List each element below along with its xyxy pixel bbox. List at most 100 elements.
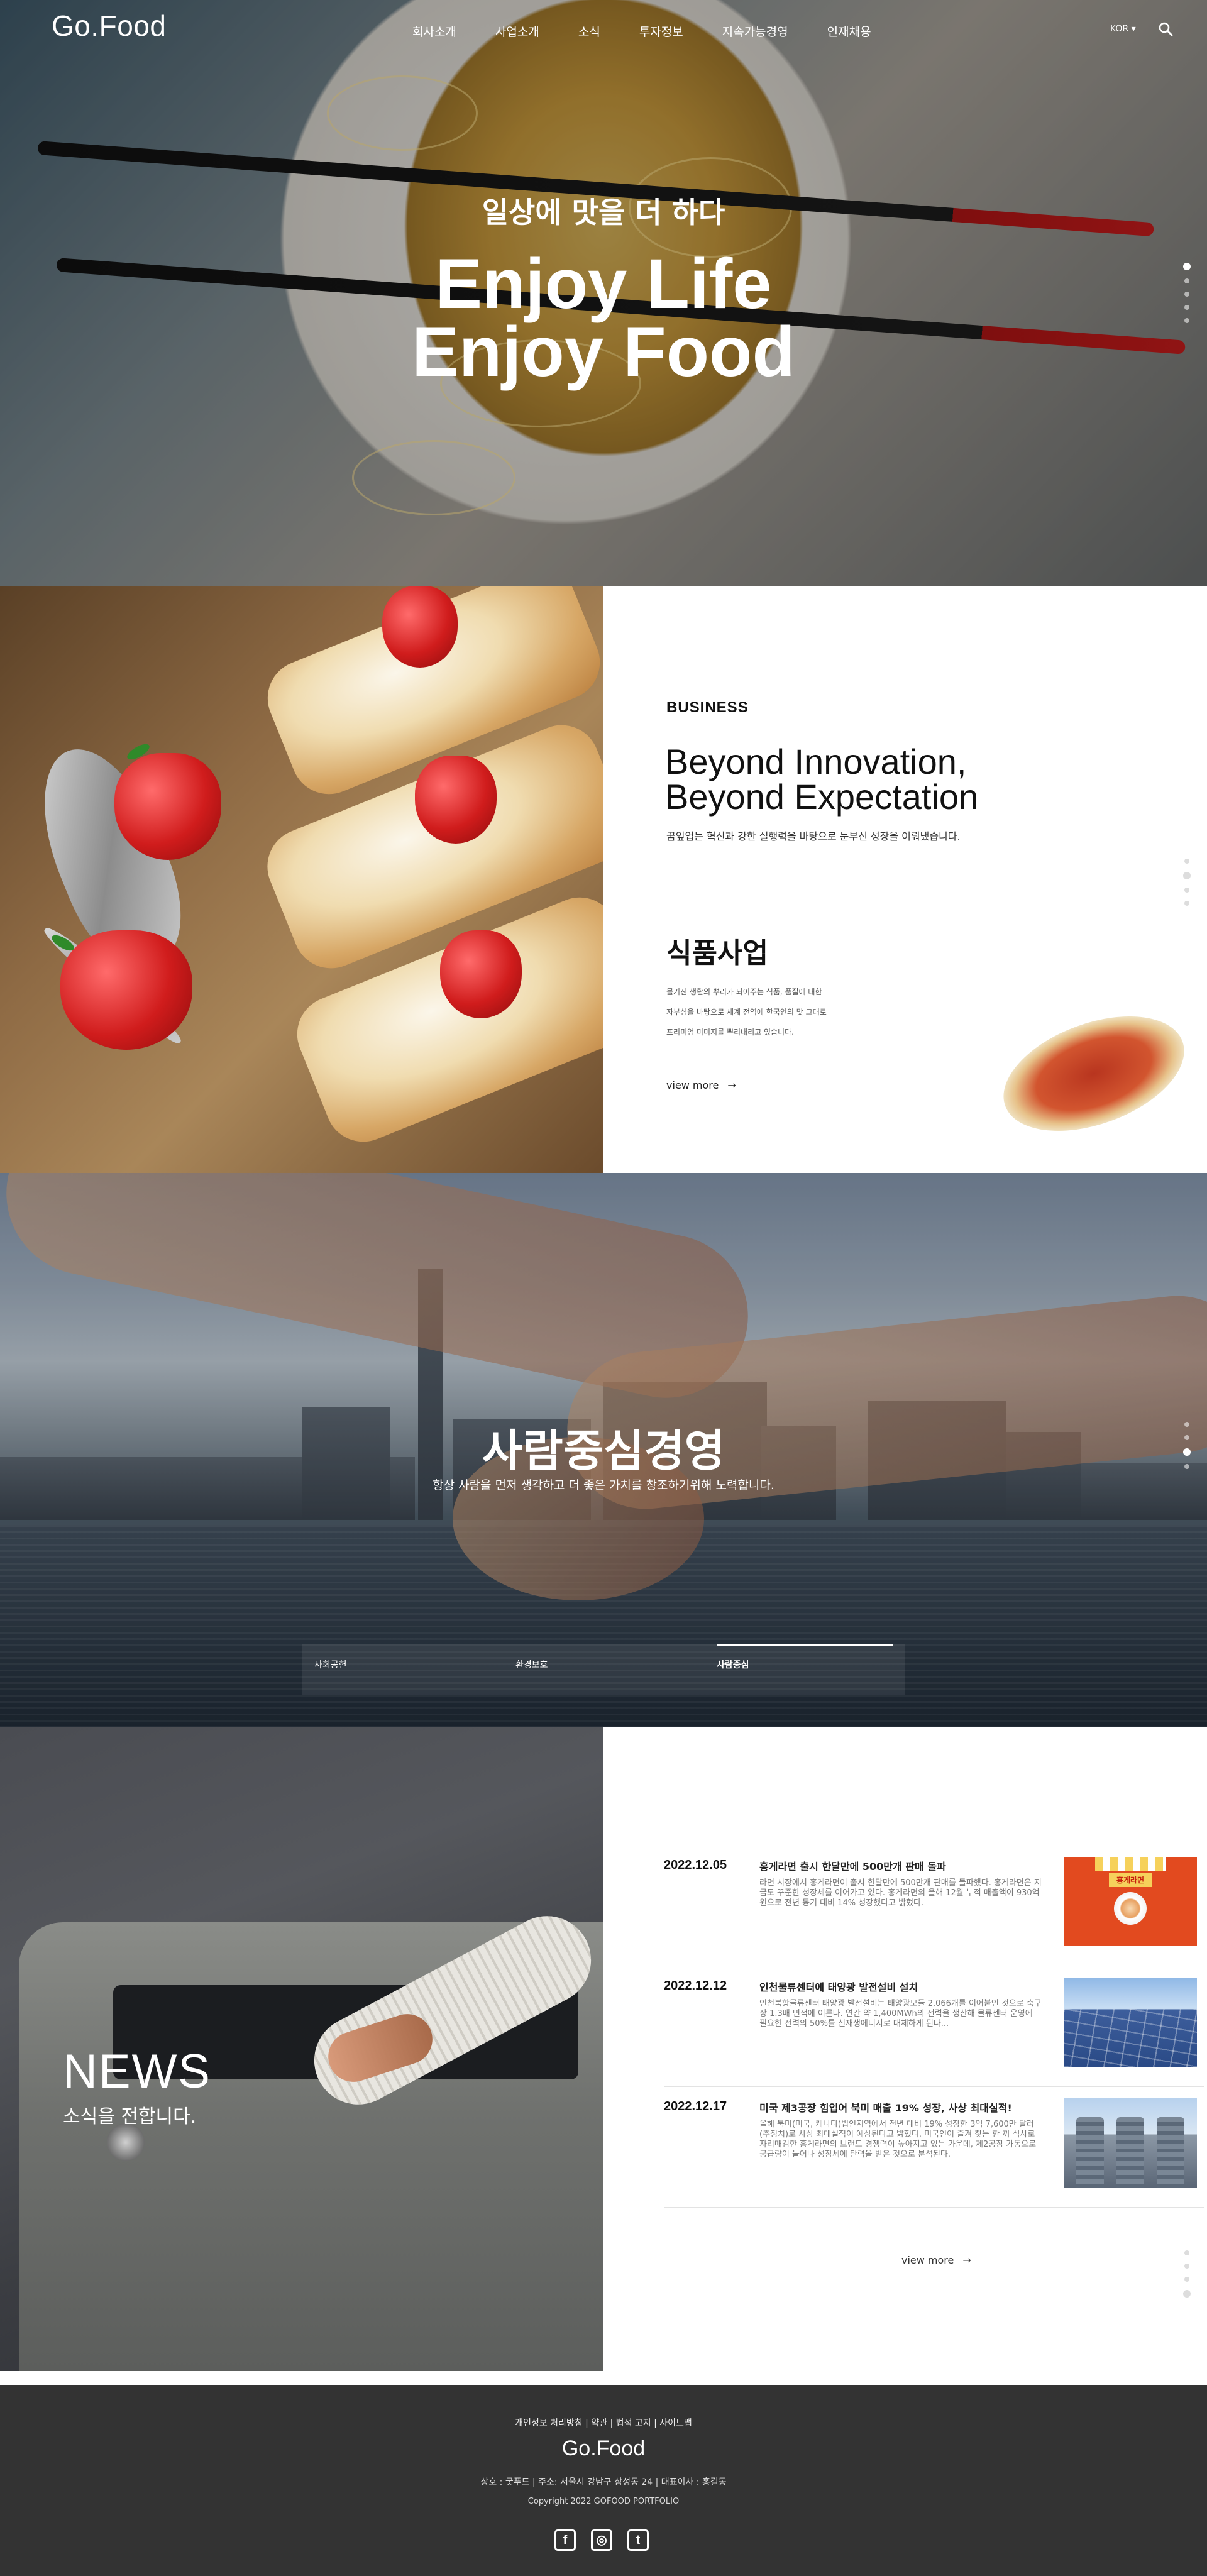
- pagination-dot[interactable]: [1184, 1435, 1189, 1440]
- view-more-label: view more: [666, 1079, 719, 1091]
- news-excerpt: 라면 시장에서 홍게라면이 출시 한달만에 500만개 판매를 돌파했다. 홍게…: [759, 1878, 1042, 1908]
- strawberry: [114, 753, 221, 860]
- search-icon[interactable]: [1158, 21, 1173, 36]
- noodle-bowl: [1114, 1892, 1147, 1925]
- pagination-dot[interactable]: [1183, 2290, 1191, 2298]
- business-description: 꿈잎업는 혁신과 강한 실행력을 바탕으로 눈부신 성장을 이뤄냈습니다.: [666, 830, 961, 842]
- pagination-dot[interactable]: [1184, 859, 1189, 864]
- hero-title-line2: Enjoy Food: [412, 312, 795, 391]
- news-title[interactable]: 인천물류센터에 태양광 발전설비 설치: [759, 1979, 918, 1994]
- tab-indicator: [717, 1644, 893, 1646]
- section-pagination: [1183, 2250, 1191, 2306]
- pagination-dot[interactable]: [1183, 872, 1191, 879]
- pagination-dot[interactable]: [1184, 278, 1189, 283]
- twitter-icon[interactable]: t: [627, 2529, 649, 2551]
- food-business-title: 식품사업: [666, 937, 768, 969]
- language-selector[interactable]: KOR ▾: [1110, 24, 1136, 34]
- instagram-icon[interactable]: ◎: [591, 2529, 612, 2551]
- footer-links[interactable]: 개인정보 처리방침 | 약관 | 법적 고지 | 사이트맵: [0, 2416, 1207, 2429]
- strawberry: [60, 930, 192, 1050]
- tab-environment[interactable]: 환경보호: [503, 1644, 704, 1695]
- section-label: BUSINESS: [666, 699, 749, 716]
- footer-logo[interactable]: Go.Food: [0, 2436, 1207, 2461]
- hero-title: Enjoy Life Enjoy Food: [0, 245, 1207, 391]
- tab-label: 사회공헌: [314, 1660, 347, 1670]
- pagination-dot[interactable]: [1184, 1422, 1189, 1427]
- tab-social-contribution[interactable]: 사회공헌: [302, 1644, 503, 1695]
- pagination-dot[interactable]: [1184, 888, 1189, 893]
- nav-business[interactable]: 사업소개: [495, 23, 539, 40]
- strawberry: [382, 586, 458, 668]
- main-nav: 회사소개 사업소개 소식 투자정보 지속가능경영 인재채용: [412, 23, 910, 40]
- tab-label: 사람중심: [717, 1660, 749, 1670]
- dessert-photo: [0, 586, 604, 1173]
- site-logo[interactable]: Go.Food: [52, 9, 167, 43]
- pagination-dot[interactable]: [1183, 1448, 1191, 1456]
- news-subheading: 소식을 전합니다.: [63, 2106, 197, 2128]
- site-footer: 개인정보 처리방침 | 약관 | 법적 고지 | 사이트맵 Go.Food 상호…: [0, 2385, 1207, 2576]
- people-description: 항상 사람을 먼저 생각하고 더 좋은 가치를 창조하기위해 노력합니다.: [433, 1478, 774, 1492]
- business-section: BUSINESS Beyond Innovation, Beyond Expec…: [0, 586, 1207, 1173]
- news-item[interactable]: 2022.12.12 인천물류센터에 태양광 발전설비 설치 인천북항물류센터 …: [664, 1966, 1204, 2087]
- nav-sustainability[interactable]: 지속가능경영: [722, 23, 788, 40]
- business-title: Beyond Innovation, Beyond Expectation: [665, 744, 978, 815]
- hero-title-line1: Enjoy Life: [435, 245, 772, 323]
- people-section: 사람중심경영 항상 사람을 먼저 생각하고 더 좋은 가치를 창조하기위해 노력…: [0, 1173, 1207, 1727]
- news-title[interactable]: 미국 제3공장 힘입어 북미 매출 19% 성장, 사상 최대실적!: [759, 2100, 1012, 2115]
- pagination-dot[interactable]: [1184, 1464, 1189, 1469]
- tab-people-centered[interactable]: 사람중심: [704, 1644, 905, 1695]
- business-title-line2: Beyond Expectation: [665, 777, 979, 817]
- pagination-dot[interactable]: [1184, 292, 1189, 297]
- hero-section: Go.Food 회사소개 사업소개 소식 투자정보 지속가능경영 인재채용 KO…: [0, 0, 1207, 586]
- news-thumbnail[interactable]: [1064, 1978, 1197, 2067]
- news-date: 2022.12.17: [664, 2100, 727, 2113]
- news-heading: NEWS: [63, 2045, 211, 2098]
- people-title: 사람중심경영: [482, 1425, 725, 1477]
- news-thumbnail[interactable]: 홍게라면: [1064, 1857, 1197, 1946]
- news-item[interactable]: 2022.12.17 미국 제3공장 힘입어 북미 매출 19% 성장, 사상 …: [664, 2087, 1204, 2208]
- pagination-dot[interactable]: [1184, 901, 1189, 906]
- section-pagination: [1183, 263, 1191, 331]
- facebook-icon[interactable]: f: [554, 2529, 576, 2551]
- mailbox-lock: [107, 2123, 145, 2161]
- nav-news[interactable]: 소식: [578, 23, 600, 40]
- awning: [1095, 1857, 1166, 1871]
- company-info: 상호 : 굿푸드 | 주소: 서울시 강남구 삼성동 24 | 대표이사 : 홍…: [480, 2477, 727, 2487]
- arrow-right-icon: →: [727, 1079, 736, 1091]
- pagination-dot[interactable]: [1184, 305, 1189, 310]
- business-title-line1: Beyond Innovation,: [665, 742, 967, 781]
- tab-label: 환경보호: [515, 1660, 548, 1670]
- food-business-description: 물기진 생활의 뿌리가 되어주는 식품, 품질에 대한 자부심을 바탕으로 세계…: [666, 982, 893, 1042]
- nav-about[interactable]: 회사소개: [412, 23, 456, 40]
- nav-investment[interactable]: 투자정보: [639, 23, 683, 40]
- nav-careers[interactable]: 인재채용: [827, 23, 871, 40]
- news-date: 2022.12.05: [664, 1858, 727, 1872]
- pagination-dot[interactable]: [1184, 2264, 1189, 2269]
- shop-sign: 홍게라면: [1109, 1873, 1152, 1887]
- news-excerpt: 인천북항물류센터 태양광 발전설비는 태양광모듈 2,066개를 이어붙인 것으…: [759, 1999, 1042, 2028]
- section-pagination: [1183, 859, 1191, 914]
- news-view-more-link[interactable]: view more →: [901, 2254, 971, 2266]
- arrow-right-icon: →: [962, 2254, 971, 2266]
- food-desc-line: 프리미엄 미미지를 뿌리내리고 있습니다.: [666, 1028, 794, 1037]
- solar-panels: [1064, 2009, 1197, 2067]
- food-desc-line: 물기진 생활의 뿌리가 되어주는 식품, 품질에 대한: [666, 988, 822, 996]
- news-excerpt: 올해 북미(미국, 캐나다)법인지역에서 전년 대비 19% 성장한 3억 7,…: [759, 2120, 1037, 2159]
- factory-tank: [1116, 2117, 1144, 2188]
- news-item[interactable]: 2022.12.05 홍게라면 출시 한달만에 500만개 판매 돌파 라면 시…: [664, 1846, 1204, 1966]
- view-more-label: view more: [901, 2254, 954, 2266]
- tab-indicator: [314, 1644, 490, 1646]
- news-section: NEWS 소식을 전합니다. 2022.12.05 홍게라면 출시 한달만에 5…: [0, 1727, 1207, 2371]
- hero-subtitle: 일상에 맛을 더 하다: [482, 195, 725, 229]
- news-thumbnail[interactable]: [1064, 2098, 1197, 2188]
- strawberry: [440, 930, 522, 1018]
- news-title[interactable]: 홍게라면 출시 한달만에 500만개 판매 돌파: [759, 1858, 946, 1873]
- pagination-dot[interactable]: [1184, 318, 1189, 323]
- pagination-dot[interactable]: [1184, 2277, 1189, 2282]
- factory-tank: [1157, 2117, 1184, 2188]
- pagination-dot[interactable]: [1183, 263, 1191, 270]
- site-header: Go.Food 회사소개 사업소개 소식 투자정보 지속가능경영 인재채용 KO…: [0, 0, 1207, 57]
- business-view-more-link[interactable]: view more →: [666, 1079, 736, 1091]
- people-tabs: 사회공헌 환경보호 사람중심: [302, 1644, 905, 1695]
- pagination-dot[interactable]: [1184, 2250, 1189, 2255]
